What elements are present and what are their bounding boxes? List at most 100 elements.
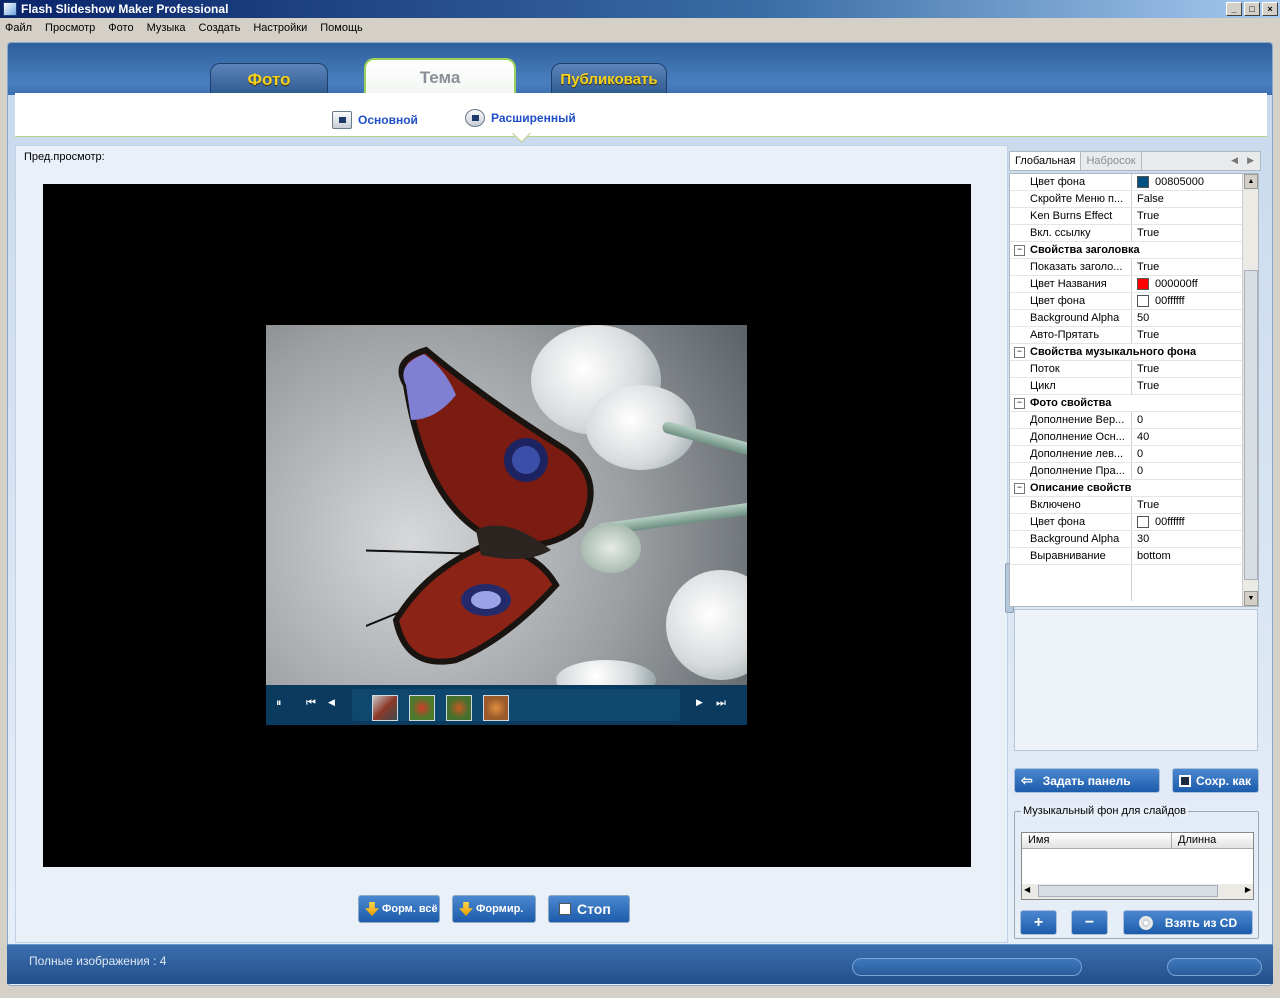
tab-sketch[interactable]: Набросок bbox=[1081, 152, 1142, 170]
property-value[interactable]: True bbox=[1132, 259, 1258, 275]
thumbnail-4[interactable] bbox=[483, 695, 509, 721]
property-row[interactable]: Цикл True bbox=[1010, 378, 1258, 395]
thumbnail-1[interactable] bbox=[372, 695, 398, 721]
add-music-button[interactable]: + bbox=[1020, 910, 1057, 935]
tab-theme[interactable]: Тема bbox=[364, 58, 516, 98]
property-value[interactable]: True bbox=[1132, 208, 1258, 224]
prev-button[interactable]: ◀ bbox=[328, 697, 335, 708]
property-value[interactable]: True bbox=[1132, 361, 1258, 377]
scroll-down-icon[interactable]: ▼ bbox=[1244, 591, 1258, 606]
property-row[interactable]: Background Alpha 30 bbox=[1010, 531, 1258, 548]
render-button[interactable]: Формир. bbox=[452, 895, 536, 923]
from-cd-button[interactable]: Взять из CD bbox=[1123, 910, 1253, 935]
subtab-basic[interactable]: Основной bbox=[332, 111, 418, 129]
property-row[interactable]: Дополнение Осн... 40 bbox=[1010, 429, 1258, 446]
tab-global[interactable]: Глобальная bbox=[1010, 152, 1082, 170]
tab-left-arrow-icon[interactable]: ◀ bbox=[1231, 155, 1238, 166]
menu-create[interactable]: Создать bbox=[198, 22, 242, 34]
color-swatch[interactable] bbox=[1137, 278, 1149, 290]
next-button[interactable]: ▶ bbox=[696, 697, 703, 708]
property-row[interactable]: Цвет Названия 000000ff bbox=[1010, 276, 1258, 293]
property-scrollbar[interactable]: ▲ ▼ bbox=[1242, 174, 1258, 606]
last-button[interactable]: ⏭ bbox=[716, 697, 726, 710]
save-as-label: Сохр. как bbox=[1196, 773, 1252, 788]
property-value[interactable]: 0 bbox=[1132, 463, 1258, 479]
color-swatch[interactable] bbox=[1137, 516, 1149, 528]
property-value[interactable]: False bbox=[1132, 191, 1258, 207]
property-row[interactable]: Выравнивание bottom bbox=[1010, 548, 1258, 565]
property-row[interactable]: Ken Burns Effect True bbox=[1010, 208, 1258, 225]
property-row[interactable]: Авто-Прятать True bbox=[1010, 327, 1258, 344]
property-row[interactable]: Цвет фона 00ffffff bbox=[1010, 514, 1258, 531]
property-value[interactable]: 0 bbox=[1132, 412, 1258, 428]
close-button[interactable]: × bbox=[1262, 2, 1278, 16]
property-row[interactable]: Дополнение лев... 0 bbox=[1010, 446, 1258, 463]
menu-file[interactable]: Файл bbox=[4, 22, 33, 34]
property-value[interactable]: True bbox=[1132, 327, 1258, 343]
thumbnail-3[interactable] bbox=[446, 695, 472, 721]
property-rows: Цвет фона 00805000 Скройте Меню п... False K… bbox=[1010, 174, 1258, 565]
col-name[interactable]: Имя bbox=[1022, 833, 1172, 848]
property-row[interactable]: Скройте Меню п... False bbox=[1010, 191, 1258, 208]
property-category[interactable]: Фото свойства bbox=[1010, 395, 1258, 412]
minimize-button[interactable]: _ bbox=[1226, 2, 1242, 16]
menu-view[interactable]: Просмотр bbox=[44, 22, 96, 34]
tab-right-arrow-icon[interactable]: ▶ bbox=[1247, 155, 1254, 166]
property-value-text: True bbox=[1137, 380, 1160, 392]
floppy-disk-icon bbox=[1179, 774, 1191, 787]
set-panel-button[interactable]: ⇦ Задать панель bbox=[1014, 768, 1160, 793]
property-value[interactable]: 0 bbox=[1132, 446, 1258, 462]
scroll-thumb[interactable] bbox=[1038, 885, 1218, 897]
color-swatch[interactable] bbox=[1137, 176, 1149, 188]
scroll-thumb[interactable] bbox=[1244, 270, 1258, 580]
menu-help[interactable]: Помощь bbox=[319, 22, 364, 34]
remove-music-button[interactable]: − bbox=[1071, 910, 1108, 935]
property-value[interactable]: True bbox=[1132, 497, 1258, 513]
music-list[interactable]: Имя Длинна ◀ ▶ bbox=[1021, 832, 1254, 900]
scroll-up-icon[interactable]: ▲ bbox=[1244, 174, 1258, 189]
property-value[interactable]: 30 bbox=[1132, 531, 1258, 547]
property-value[interactable]: 00ffffff bbox=[1132, 293, 1258, 309]
property-row[interactable]: Дополнение Вер... 0 bbox=[1010, 412, 1258, 429]
menu-photo[interactable]: Фото bbox=[107, 22, 134, 34]
property-value[interactable]: 00805000 bbox=[1132, 174, 1258, 190]
property-value[interactable]: bottom bbox=[1132, 548, 1258, 564]
property-row[interactable]: Поток True bbox=[1010, 361, 1258, 378]
property-category[interactable]: Свойства музыкального фона bbox=[1010, 344, 1258, 361]
subtab-advanced[interactable]: Расширенный bbox=[465, 109, 576, 127]
thumbnail-2[interactable] bbox=[409, 695, 435, 721]
property-value[interactable]: 000000ff bbox=[1132, 276, 1258, 292]
from-cd-label: Взять из CD bbox=[1164, 915, 1238, 930]
col-length[interactable]: Длинна bbox=[1172, 833, 1253, 848]
property-row[interactable]: Цвет фона 00805000 bbox=[1010, 174, 1258, 191]
property-value[interactable]: 00ffffff bbox=[1132, 514, 1258, 530]
first-button[interactable]: ⏮ bbox=[306, 697, 316, 710]
tab-photo[interactable]: Фото bbox=[210, 63, 328, 95]
property-value[interactable]: 40 bbox=[1132, 429, 1258, 445]
music-hscrollbar[interactable]: ◀ ▶ bbox=[1022, 884, 1253, 899]
scroll-left-icon[interactable]: ◀ bbox=[1024, 885, 1030, 894]
property-row[interactable]: Дополнение Пра... 0 bbox=[1010, 463, 1258, 480]
property-category[interactable]: Описание свойств bbox=[1010, 480, 1258, 497]
property-row[interactable]: Показать заголо... True bbox=[1010, 259, 1258, 276]
property-value[interactable]: True bbox=[1132, 225, 1258, 241]
property-category[interactable]: Свойства заголовка bbox=[1010, 242, 1258, 259]
property-value[interactable]: 50 bbox=[1132, 310, 1258, 326]
tab-publish[interactable]: Публиковать bbox=[551, 63, 667, 95]
property-row[interactable]: Background Alpha 50 bbox=[1010, 310, 1258, 327]
menu-music[interactable]: Музыка bbox=[146, 22, 187, 34]
stop-button[interactable]: Стоп bbox=[548, 895, 630, 923]
color-swatch[interactable] bbox=[1137, 295, 1149, 307]
main-tabs: Фото Тема Публиковать bbox=[8, 43, 1272, 98]
property-value[interactable]: True bbox=[1132, 378, 1258, 394]
menu-settings[interactable]: Настройки bbox=[252, 22, 308, 34]
property-row[interactable]: Цвет фона 00ffffff bbox=[1010, 293, 1258, 310]
render-all-button[interactable]: Форм. всё bbox=[358, 895, 440, 923]
property-row[interactable]: Вкл. ссылку True bbox=[1010, 225, 1258, 242]
save-as-button[interactable]: Сохр. как bbox=[1172, 768, 1259, 793]
maximize-button[interactable]: □ bbox=[1244, 2, 1260, 16]
scroll-right-icon[interactable]: ▶ bbox=[1245, 885, 1251, 894]
pause-button[interactable]: ⏸ bbox=[276, 697, 282, 710]
music-group-legend: Музыкальный фон для слайдов bbox=[1021, 805, 1188, 817]
property-row[interactable]: Включено True bbox=[1010, 497, 1258, 514]
